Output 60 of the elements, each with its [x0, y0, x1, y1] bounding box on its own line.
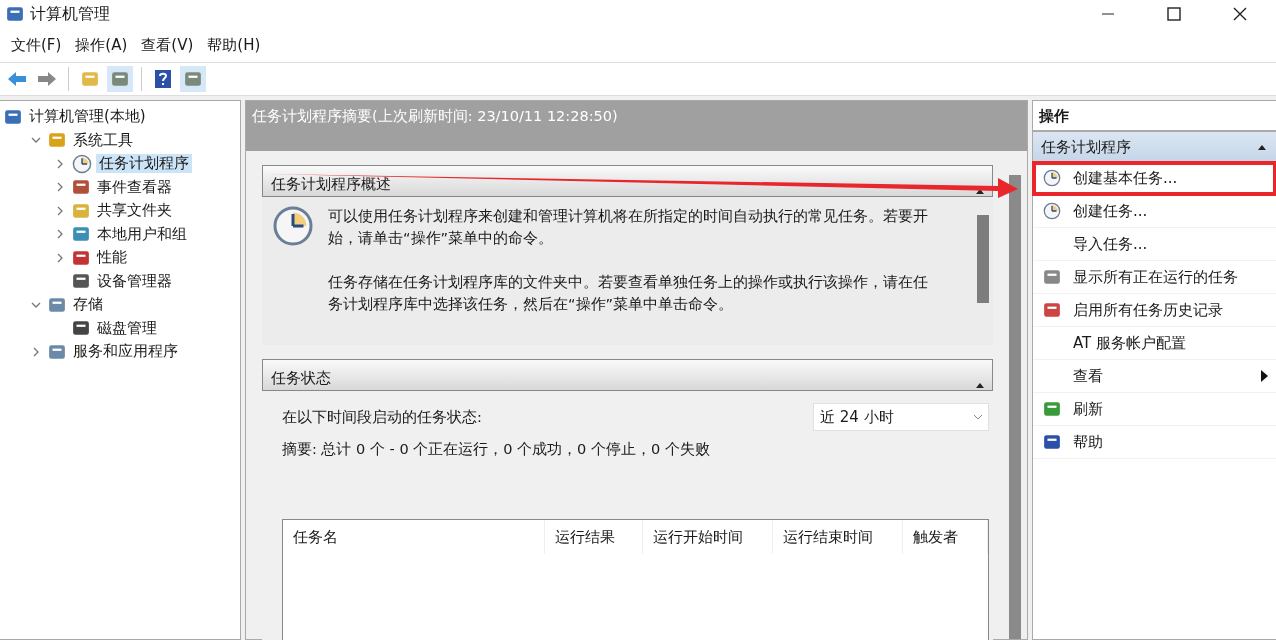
period-dropdown[interactable]: 近 24 小时 — [813, 403, 989, 431]
chevron-icon[interactable] — [55, 205, 65, 216]
tree-item[interactable]: 计算机管理(本地) — [26, 107, 149, 127]
column-header[interactable]: 任务名 — [283, 520, 545, 554]
submenu-arrow-icon — [1261, 370, 1268, 382]
chevron-icon[interactable] — [31, 346, 41, 357]
scrollbar[interactable] — [1009, 175, 1021, 639]
description-text: 可以使用任务计划程序来创建和管理计算机将在所指定的时间自动执行的常见任务。若要开始，请单击“操作”菜单中的命令。 — [328, 207, 928, 248]
action-item[interactable]: 创建基本任务... — [1033, 162, 1276, 195]
chevron-icon[interactable] — [55, 158, 65, 169]
action-item[interactable]: 刷新 — [1033, 393, 1276, 426]
clock-icon — [72, 153, 92, 174]
chevron-icon — [974, 414, 982, 420]
status-summary: 摘要: 总计 0 个 - 0 个正在运行，0 个成功，0 个停止，0 个失败 — [282, 439, 710, 459]
tree-item[interactable]: 任务计划程序 — [96, 154, 192, 174]
close-icon[interactable] — [1233, 7, 1247, 21]
actions-group-header[interactable]: 任务计划程序 — [1033, 132, 1276, 162]
forward-arrow-icon[interactable] — [37, 71, 57, 87]
column-header[interactable]: 运行结果 — [545, 520, 643, 554]
period-label: 在以下时间段启动的任务状态: — [282, 407, 482, 427]
chevron-icon[interactable] — [55, 229, 65, 240]
column-header[interactable]: 运行结束时间 — [773, 520, 903, 554]
collapse-caret-icon[interactable] — [976, 189, 984, 194]
column-header[interactable]: 运行开始时间 — [643, 520, 773, 554]
tree-item[interactable]: 系统工具 — [70, 130, 136, 150]
menu-item[interactable]: 文件(F) — [4, 35, 69, 55]
chevron-icon[interactable] — [55, 182, 65, 193]
tree-item[interactable]: 存储 — [70, 295, 106, 315]
section-header[interactable]: 任务计划程序概述 — [262, 165, 993, 197]
clock-icon — [272, 205, 314, 247]
summary-header: 任务计划程序摘要(上次刷新时间: 23/10/11 12:28:50) — [246, 101, 1027, 151]
maximize-icon[interactable] — [1167, 7, 1181, 21]
action-item[interactable]: 导入任务... — [1033, 228, 1276, 261]
menu-item[interactable]: 帮助(H) — [200, 35, 268, 55]
tree-item[interactable]: 事件查看器 — [94, 177, 175, 197]
column-header[interactable]: 触发者 — [903, 520, 988, 554]
clock-icon — [1043, 202, 1061, 220]
action-item[interactable]: 帮助 — [1033, 426, 1276, 459]
collapse-caret-icon[interactable] — [976, 383, 984, 388]
menu-item[interactable]: 操作(A) — [68, 35, 135, 55]
tree-item[interactable]: 共享文件夹 — [94, 201, 175, 221]
section-header[interactable]: 任务状态 — [262, 359, 993, 391]
tree-item[interactable]: 设备管理器 — [94, 271, 175, 291]
window-title: 计算机管理 — [30, 3, 111, 25]
collapse-caret-icon[interactable] — [1258, 144, 1266, 150]
action-item[interactable]: 启用所有任务历史记录 — [1033, 294, 1276, 327]
action-item[interactable]: 创建任务... — [1033, 195, 1276, 228]
description-text: 任务存储在任务计划程序库的文件夹中。若要查看单独任务上的操作或执行该操作，请在任务计划程序库中选择该任务，然后在“操作”菜单中单击命令。 — [328, 273, 928, 314]
tree-item[interactable]: 本地用户和组 — [94, 224, 190, 244]
action-item[interactable]: 查看 — [1033, 360, 1276, 393]
chevron-icon[interactable] — [55, 252, 65, 263]
menu-item[interactable]: 查看(V) — [134, 35, 201, 55]
action-item[interactable]: AT 服务帐户配置 — [1033, 327, 1276, 360]
action-item[interactable]: 显示所有正在运行的任务 — [1033, 261, 1276, 294]
tree-item[interactable]: 服务和应用程序 — [70, 342, 181, 362]
clock-icon — [1043, 169, 1061, 187]
scrollbar-thumb[interactable] — [977, 215, 989, 303]
back-arrow-icon[interactable] — [7, 71, 27, 87]
tree-item[interactable]: 性能 — [94, 248, 130, 268]
tree-item[interactable]: 磁盘管理 — [94, 318, 160, 338]
